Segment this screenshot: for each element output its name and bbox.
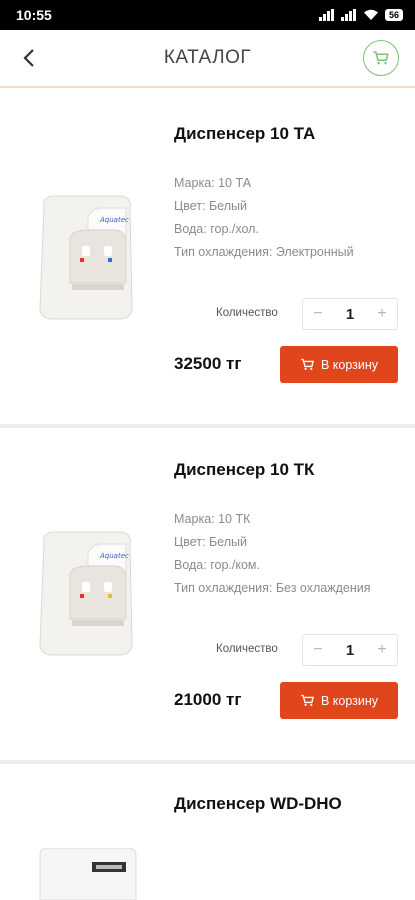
svg-text:Aquatec: Aquatec [99, 552, 129, 560]
cart-icon [301, 358, 314, 370]
wifi-icon [363, 9, 378, 20]
svg-text:Aquatec: Aquatec [99, 216, 129, 224]
product-name[interactable]: Диспенсер 10 ТА [174, 124, 315, 144]
product-card[interactable]: Aquatec Диспенсер 10 ТК Марка: 10 ТК Цве… [0, 428, 415, 760]
product-cooling: Тип охлаждения: Электронный [174, 245, 354, 259]
product-card[interactable]: Aquatec Диспенсер 10 ТА Марка: 10 ТА Цве… [0, 90, 415, 424]
product-name[interactable]: Диспенсер 10 ТК [174, 460, 314, 480]
product-brand: Марка: 10 ТА [174, 176, 252, 190]
product-price: 32500 тг [174, 354, 242, 373]
decrement-button[interactable]: − [311, 305, 325, 323]
product-price: 21000 тг [174, 690, 242, 709]
quantity-stepper: − 1 + [302, 298, 398, 330]
product-image [39, 848, 137, 900]
page-title: КАТАЛОГ [163, 47, 252, 68]
cart-icon [373, 51, 389, 65]
status-time: 10:55 [16, 7, 52, 23]
battery-icon: 56 [384, 9, 403, 21]
cart-button[interactable] [363, 40, 399, 76]
product-brand: Марка: 10 ТК [174, 512, 251, 526]
product-name[interactable]: Диспенсер WD-DHO [174, 794, 342, 814]
quantity-value[interactable]: 1 [346, 642, 354, 659]
product-water: Вода: гор./ком. [174, 558, 260, 572]
quantity-label: Количество [216, 307, 278, 319]
cart-icon [301, 694, 314, 706]
add-to-cart-button[interactable]: В корзину [280, 682, 398, 719]
add-to-cart-button[interactable]: В корзину [280, 346, 398, 383]
app-bar: КАТАЛОГ [0, 30, 415, 88]
product-image: Aquatec [39, 531, 133, 656]
product-color: Цвет: Белый [174, 535, 247, 549]
quantity-label: Количество [216, 643, 278, 655]
status-bar: 10:55 56 [0, 0, 415, 30]
quantity-value[interactable]: 1 [346, 306, 354, 323]
back-arrow-icon[interactable] [18, 46, 42, 70]
add-to-cart-label: В корзину [320, 693, 379, 708]
signal-icon [318, 9, 334, 21]
decrement-button[interactable]: − [311, 641, 325, 659]
quantity-stepper: − 1 + [302, 634, 398, 666]
signal-icon [340, 9, 356, 21]
increment-button[interactable]: + [375, 641, 389, 659]
product-water: Вода: гор./хол. [174, 222, 259, 236]
product-image: Aquatec [39, 195, 133, 320]
add-to-cart-label: В корзину [320, 357, 379, 372]
status-icons: 56 [318, 9, 403, 21]
product-card[interactable]: Диспенсер WD-DHO [0, 764, 415, 900]
increment-button[interactable]: + [375, 305, 389, 323]
product-color: Цвет: Белый [174, 199, 247, 213]
product-cooling: Тип охлаждения: Без охлаждения [174, 581, 371, 595]
